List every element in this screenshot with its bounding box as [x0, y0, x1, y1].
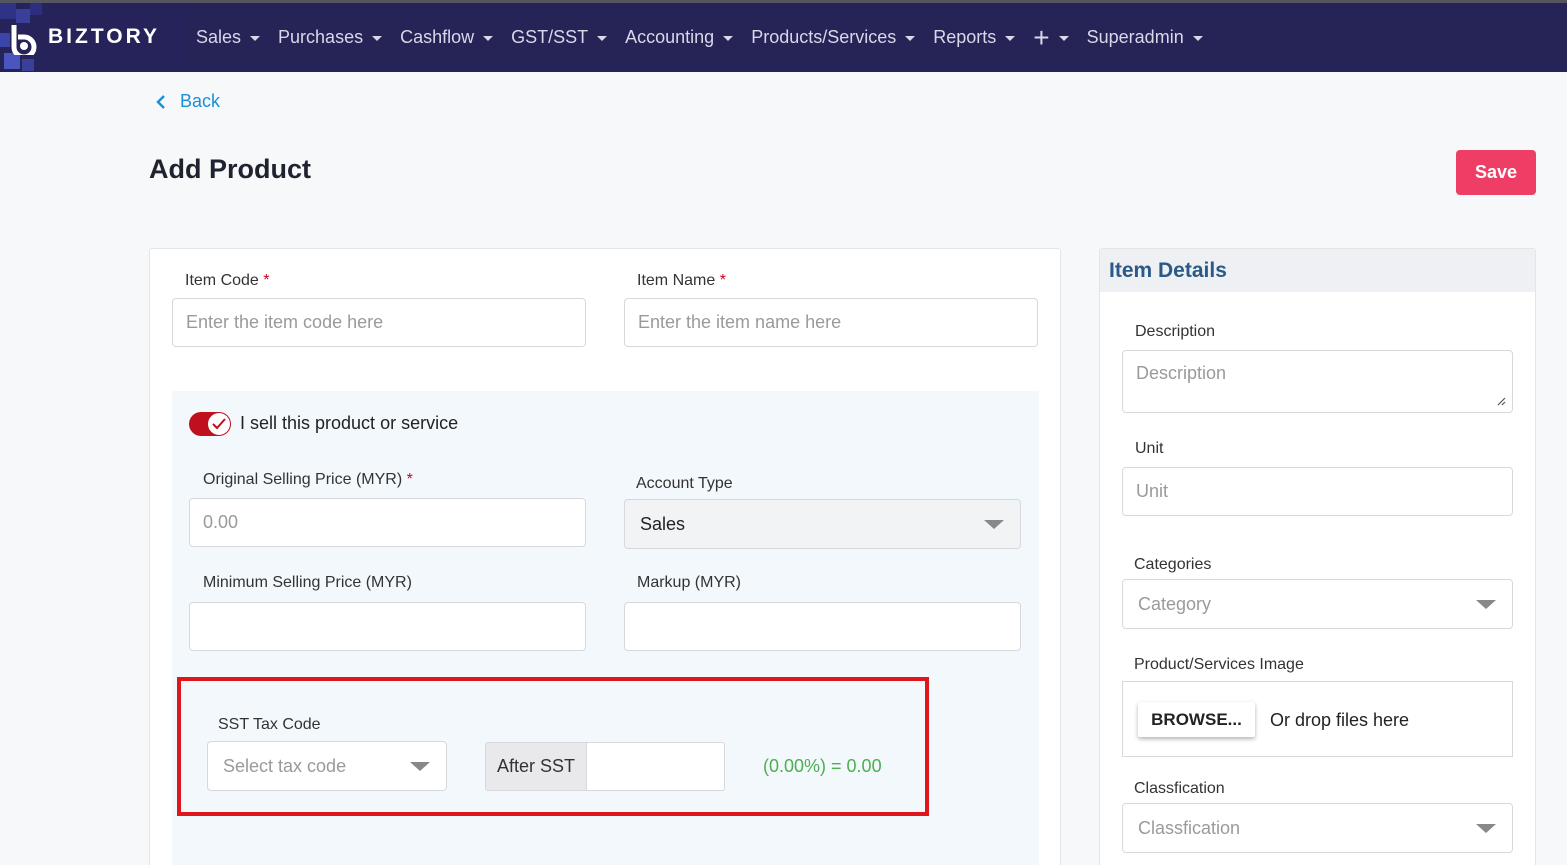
brand-name: BIZTORY: [48, 25, 161, 48]
unit-input[interactable]: Unit: [1122, 467, 1513, 516]
nav-reports[interactable]: Reports: [933, 27, 1016, 48]
item-details-header: Item Details: [1100, 249, 1535, 292]
nav-sales[interactable]: Sales: [196, 27, 261, 48]
nav-label: Accounting: [625, 27, 715, 47]
nav-label: Sales: [196, 27, 242, 47]
after-sst-addon: After SST: [485, 742, 587, 791]
nav-label: Superadmin: [1086, 27, 1184, 47]
chevron-down-icon: [1005, 36, 1016, 41]
nav-label: Cashflow: [400, 27, 475, 47]
sst-result-text: (0.00%) = 0.00: [763, 756, 882, 776]
dropdown-arrow-icon: [1476, 600, 1496, 609]
nav-gst-sst[interactable]: GST/SST: [511, 27, 608, 48]
nav-superadmin[interactable]: Superadmin: [1087, 27, 1203, 48]
nav-accounting[interactable]: Accounting: [625, 27, 734, 48]
save-button[interactable]: Save: [1456, 150, 1536, 195]
nav-products-services[interactable]: Products/Services: [751, 27, 916, 48]
account-type-value: Sales: [640, 513, 686, 534]
nav-purchases[interactable]: Purchases: [278, 27, 383, 48]
original-price-input[interactable]: 0.00: [189, 498, 586, 547]
sst-tax-code-placeholder: Select tax code: [223, 755, 347, 776]
account-type-select[interactable]: Sales: [624, 499, 1021, 549]
browse-button[interactable]: BROWSE...: [1138, 702, 1255, 737]
description-textarea[interactable]: Description: [1122, 350, 1513, 413]
chevron-down-icon: [250, 36, 261, 41]
chevron-down-icon: [597, 36, 608, 41]
resize-handle-icon[interactable]: [1497, 397, 1506, 406]
label-text: Item Name: [637, 272, 716, 289]
chevron-down-icon: [1192, 36, 1203, 41]
chevron-down-icon: [905, 36, 916, 41]
categories-placeholder: Category: [1138, 593, 1212, 614]
main-nav: Sales Purchases Cashflow GST/SST Account…: [196, 21, 1221, 53]
label-text: Original Selling Price (MYR): [203, 471, 403, 488]
nav-label: Reports: [933, 27, 997, 47]
item-details-title: Item Details: [1109, 259, 1227, 282]
item-code-input[interactable]: Enter the item code here: [172, 298, 586, 347]
page-title: Add Product: [149, 154, 311, 184]
chevron-down-icon: [483, 36, 494, 41]
label-text: Item Code: [185, 272, 259, 289]
plus-icon: +: [1033, 21, 1050, 53]
dropdown-arrow-icon: [984, 520, 1004, 529]
categories-select[interactable]: Category: [1122, 579, 1513, 629]
chevron-down-icon: [372, 36, 383, 41]
nav-label: Products/Services: [751, 27, 897, 47]
unit-label: Unit: [1135, 440, 1164, 457]
sell-toggle-label: I sell this product or service: [240, 413, 459, 433]
drop-files-text: Or drop files here: [1270, 710, 1410, 730]
dropdown-arrow-icon: [1476, 824, 1496, 833]
sell-toggle[interactable]: [189, 412, 231, 436]
nav-cashflow[interactable]: Cashflow: [400, 27, 494, 48]
classification-label: Classfication: [1134, 780, 1225, 797]
back-link[interactable]: Back: [156, 91, 220, 112]
image-dropzone[interactable]: BROWSE... Or drop files here: [1122, 681, 1513, 757]
chevron-down-icon: [723, 36, 734, 41]
min-price-label: Minimum Selling Price (MYR): [203, 574, 412, 591]
min-price-input[interactable]: [189, 602, 586, 651]
chevron-down-icon: [1058, 36, 1069, 41]
classification-placeholder: Classfication: [1138, 817, 1241, 838]
item-name-input[interactable]: Enter the item name here: [624, 298, 1038, 347]
required-marker: *: [263, 272, 270, 289]
back-label: Back: [180, 91, 221, 111]
required-marker: *: [719, 272, 726, 289]
nav-quick-add[interactable]: +: [1033, 21, 1069, 53]
sst-tax-code-label: SST Tax Code: [218, 716, 321, 733]
brand-logo[interactable]: BIZTORY: [0, 3, 188, 72]
check-icon: [212, 418, 226, 430]
categories-label: Categories: [1134, 556, 1212, 573]
item-name-label: Item Name *: [637, 272, 726, 290]
dropdown-arrow-icon: [410, 762, 430, 771]
original-price-label: Original Selling Price (MYR) *: [203, 471, 413, 489]
toggle-knob: [208, 413, 230, 435]
sst-tax-code-select[interactable]: Select tax code: [207, 741, 447, 791]
markup-input[interactable]: [624, 602, 1021, 651]
account-type-label: Account Type: [636, 475, 733, 492]
required-marker: *: [406, 471, 413, 488]
item-code-label: Item Code *: [185, 272, 270, 290]
chevron-left-icon: [156, 94, 165, 109]
nav-label: Purchases: [278, 27, 364, 47]
after-sst-input[interactable]: [587, 742, 725, 791]
top-navbar: BIZTORY Sales Purchases Cashflow GST/SST…: [0, 0, 1567, 72]
description-label: Description: [1135, 323, 1216, 340]
image-label: Product/Services Image: [1134, 656, 1304, 673]
markup-label: Markup (MYR): [637, 574, 742, 591]
nav-label: GST/SST: [511, 27, 589, 47]
classification-select[interactable]: Classfication: [1122, 803, 1513, 853]
logo-icon: [11, 25, 37, 55]
description-placeholder: Description: [1136, 363, 1227, 383]
